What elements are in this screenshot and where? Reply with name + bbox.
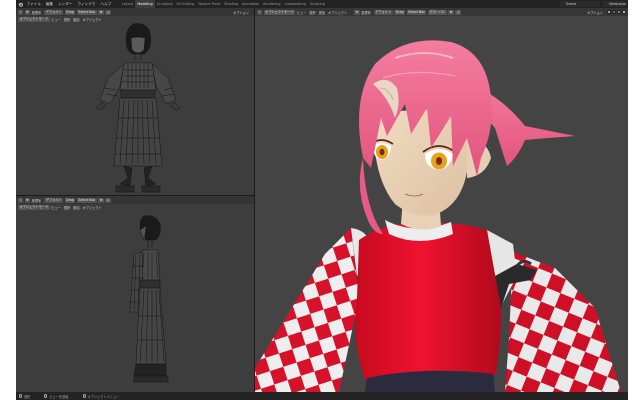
menu-edit[interactable]: 編集: [43, 0, 55, 8]
tab-modeling[interactable]: Modeling: [135, 0, 155, 8]
tab-shading[interactable]: Shading: [222, 0, 240, 8]
mouse-right-icon: [82, 394, 86, 398]
menu-window[interactable]: ウィンドウ: [75, 0, 98, 8]
menu-object[interactable]: オブジェクト: [328, 10, 347, 15]
front-wireframe-figure: [95, 23, 181, 193]
proportional-icon[interactable]: ◎: [455, 9, 462, 15]
select-box-dropdown[interactable]: Select Box: [406, 9, 427, 15]
status-menu: オブジェクトメニュー: [82, 394, 120, 399]
tab-texture-paint[interactable]: Texture Paint: [196, 0, 222, 8]
tab-rendering[interactable]: Rendering: [261, 0, 282, 8]
menu-select[interactable]: 選択: [309, 10, 315, 15]
status-select: 選択: [19, 394, 30, 399]
view-layer-selector[interactable]: ViewLayer: [603, 1, 627, 7]
snap-icon[interactable]: ⊞: [448, 9, 454, 15]
drag-dropdown[interactable]: Drag: [394, 9, 406, 15]
tab-uv-editing[interactable]: UV Editing: [175, 0, 197, 8]
viewport-header-main: ⌗ オブジェクトモード ビュー 選択 追加 オブジェクト ✥ 座標系 デフォルト…: [255, 8, 628, 16]
status-menu-label: オブジェクトメニュー: [87, 394, 120, 399]
mouse-left-icon: [19, 394, 22, 398]
menu-add[interactable]: 追加: [319, 10, 325, 15]
scene-selector[interactable]: Scene: [560, 1, 600, 7]
tab-animation[interactable]: Animation: [240, 0, 261, 8]
transform-orientation-icon[interactable]: ✥: [354, 9, 360, 15]
material-shading-icon[interactable]: [617, 10, 621, 14]
viewport-perspective[interactable]: ⌗ オブジェクトモード ビュー 選択 追加 オブジェクト ✥ 座標系 デフォルト…: [255, 8, 628, 392]
menu-render[interactable]: レンダー: [56, 0, 75, 8]
main-menu: ファイル 編集 レンダー ウィンドウ ヘルプ: [24, 0, 114, 8]
menu-help[interactable]: ヘルプ: [98, 0, 114, 8]
status-bar: 選択 ビューを回転 オブジェクトメニュー: [16, 392, 628, 400]
mode-dropdown[interactable]: オブジェクトモード: [263, 9, 296, 15]
solid-shading-icon[interactable]: [612, 10, 616, 14]
rendered-shading-icon[interactable]: [622, 10, 626, 14]
global-dropdown[interactable]: グローバル: [427, 9, 447, 15]
orientation-label[interactable]: 座標系: [361, 10, 371, 15]
top-bar: ファイル 編集 レンダー ウィンドウ ヘルプ Layout Modeling S…: [16, 0, 628, 8]
menu-file[interactable]: ファイル: [24, 0, 43, 8]
status-select-label: 選択: [24, 394, 31, 399]
wireframe-shading-icon[interactable]: [607, 10, 611, 14]
pivot-dropdown[interactable]: デフォルト: [373, 9, 393, 15]
side-wireframe-figure: [129, 215, 169, 383]
workspace-tabs: Layout Modeling Sculpting UV Editing Tex…: [120, 0, 327, 8]
status-pan-label: ビューを回転: [49, 394, 69, 399]
character-render: [255, 40, 621, 392]
status-pan: ビューを回転: [44, 394, 69, 399]
tab-layout[interactable]: Layout: [120, 0, 136, 8]
editor-type-button[interactable]: ⌗: [257, 9, 262, 15]
viewport-front[interactable]: ⌗ ✥ 座標系 デフォルト Drag Select Box ⊞ ◎ オプション …: [16, 8, 254, 195]
blender-logo-icon[interactable]: [16, 0, 24, 8]
tab-scripting[interactable]: Scripting: [308, 0, 327, 8]
viewport-side[interactable]: ⌗ ✥ 座標系 デフォルト Drag Select Box ⊞ ◎ オブジェクト…: [16, 196, 254, 392]
blender-window: ファイル 編集 レンダー ウィンドウ ヘルプ Layout Modeling S…: [16, 0, 628, 400]
tab-compositing[interactable]: Compositing: [283, 0, 308, 8]
menu-view[interactable]: ビュー: [297, 10, 307, 15]
options-label[interactable]: オプション: [587, 10, 603, 15]
tab-sculpting[interactable]: Sculpting: [155, 0, 175, 8]
mouse-middle-icon: [44, 394, 48, 398]
